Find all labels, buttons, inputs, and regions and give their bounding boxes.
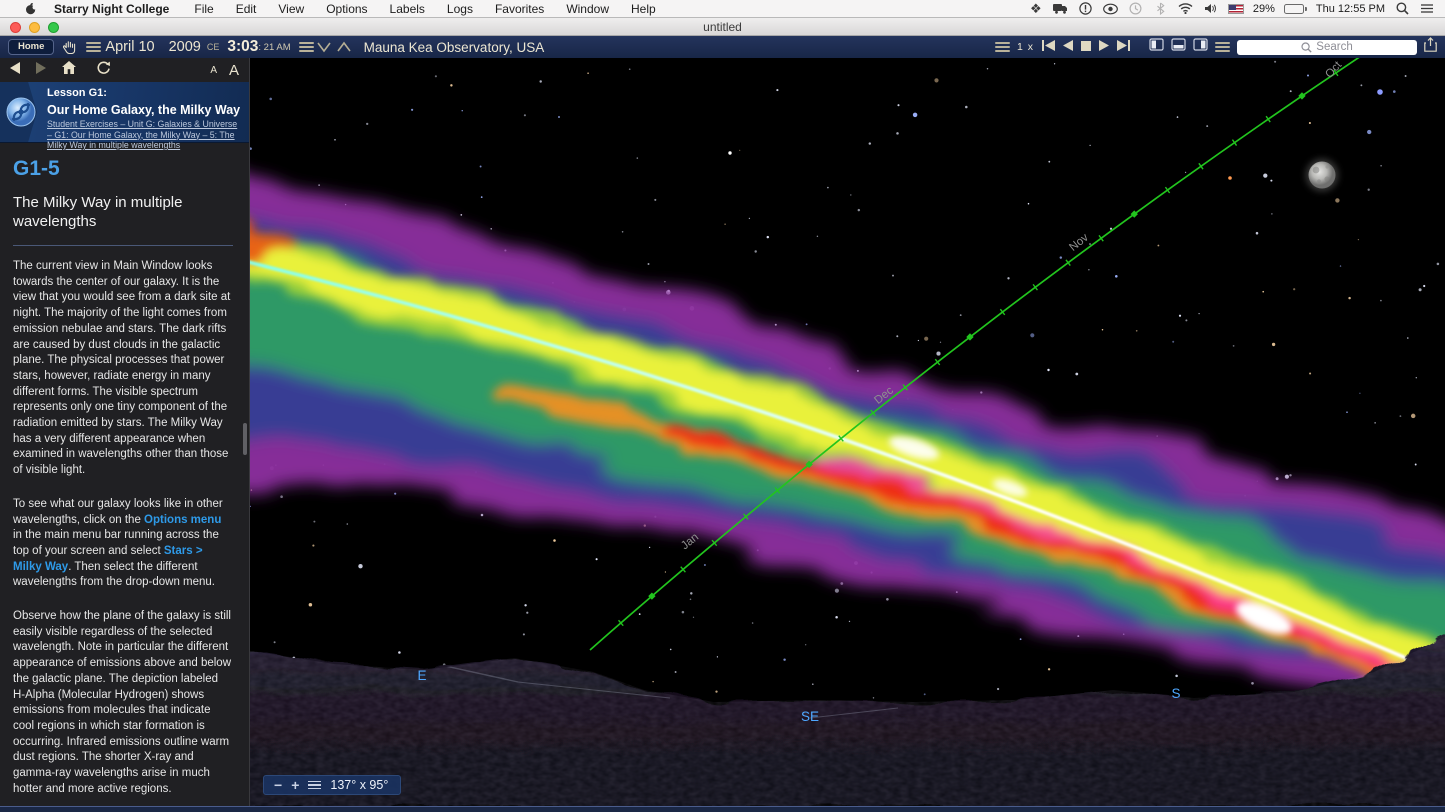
menu-help[interactable]: Help xyxy=(620,2,667,16)
notification-center-icon[interactable] xyxy=(1419,2,1435,16)
bluetooth-icon[interactable] xyxy=(1153,2,1169,16)
window-title-bar[interactable]: untitled xyxy=(0,18,1445,36)
menu-favorites[interactable]: Favorites xyxy=(484,2,555,16)
sidebar-scrollbar-thumb[interactable] xyxy=(243,423,247,455)
close-window-button[interactable] xyxy=(10,22,21,33)
menu-labels[interactable]: Labels xyxy=(379,2,436,16)
options-menu-link[interactable]: Options menu xyxy=(144,514,221,526)
play-button[interactable] xyxy=(1098,38,1109,56)
lesson-paragraph-3: Observe how the plane of the galaxy is s… xyxy=(13,609,231,797)
lesson-title: Our Home Galaxy, the Milky Way xyxy=(47,104,243,117)
zoom-in-button[interactable]: + xyxy=(291,778,299,792)
app-menu-title[interactable]: Starry Night College xyxy=(44,2,183,16)
rate-menu-icon[interactable] xyxy=(995,40,1010,54)
zoom-menu-icon[interactable] xyxy=(308,778,321,791)
apple-menu-icon[interactable] xyxy=(18,2,44,15)
compass-south-label: S xyxy=(1171,686,1180,701)
increase-font-button[interactable]: A xyxy=(229,62,239,79)
toolbar-time-seconds: : 21 AM xyxy=(258,42,290,53)
skip-to-start-button[interactable] xyxy=(1041,38,1056,56)
time-machine-icon[interactable] xyxy=(1128,2,1144,16)
time-menu-icon[interactable] xyxy=(299,40,314,54)
input-source-flag-icon[interactable] xyxy=(1228,4,1244,14)
menu-view[interactable]: View xyxy=(267,2,315,16)
section-id: G1-5 xyxy=(13,157,233,181)
toolbar-date[interactable]: April 10 xyxy=(105,39,154,55)
time-step-up-icon[interactable] xyxy=(337,41,351,53)
delivery-app-icon[interactable] xyxy=(1053,2,1069,16)
section-divider xyxy=(13,245,233,246)
starry-night-app-window: Starry Night College File Edit View Opti… xyxy=(0,0,1445,812)
toolbar-era: CE xyxy=(207,42,220,52)
toolbar-time[interactable]: 3:03 xyxy=(227,38,258,56)
macos-menu-bar: Starry Night College File Edit View Opti… xyxy=(0,0,1445,18)
sidebar-nav-bar: A A xyxy=(0,58,249,82)
breadcrumb[interactable]: Student Exercises – Unit G: Galaxies & U… xyxy=(47,119,243,151)
menu-logs[interactable]: Logs xyxy=(436,2,484,16)
galaxy-lesson-icon xyxy=(0,82,37,142)
lesson-home-icon[interactable] xyxy=(62,61,76,79)
compass-southeast-label: SE xyxy=(801,709,819,724)
pane-layout-right-icon[interactable] xyxy=(1193,38,1208,56)
search-placeholder: Search xyxy=(1316,41,1352,53)
decrease-font-button[interactable]: A xyxy=(210,65,217,76)
moon[interactable] xyxy=(1306,159,1339,192)
wifi-icon[interactable] xyxy=(1178,2,1194,16)
minimize-window-button[interactable] xyxy=(29,22,40,33)
zoom-control-bar: − + 137° x 95° xyxy=(263,775,401,795)
lesson-number-label: Lesson G1: xyxy=(47,87,243,100)
lesson-sidebar: A A Lesson G1: Our Home Galaxy, the Milk… xyxy=(0,58,250,806)
skip-to-end-button[interactable] xyxy=(1116,38,1131,56)
sky-canvas[interactable]: Jan Dec Nov Oct xyxy=(250,58,1445,806)
time-flow-rate[interactable]: 1 x xyxy=(1017,41,1034,53)
alert-menu-icon[interactable] xyxy=(1078,2,1094,16)
menu-file[interactable]: File xyxy=(183,2,224,16)
dropbox-icon[interactable]: ❖ xyxy=(1028,2,1044,16)
menubar-clock[interactable]: Thu 12:55 PM xyxy=(1316,3,1385,15)
pane-layout-single-icon[interactable] xyxy=(1149,38,1164,56)
volume-icon[interactable] xyxy=(1203,2,1219,16)
compass-east-label: E xyxy=(417,668,426,683)
menu-options[interactable]: Options xyxy=(315,2,378,16)
search-input[interactable]: Search xyxy=(1237,40,1417,55)
lesson-paragraph-2: To see what our galaxy looks like in oth… xyxy=(13,497,231,591)
stop-button[interactable] xyxy=(1081,38,1091,56)
zoom-window-button[interactable] xyxy=(48,22,59,33)
lesson-paragraph-1: The current view in Main Window looks to… xyxy=(13,259,231,479)
time-step-down-icon[interactable] xyxy=(317,41,331,53)
spotlight-search-icon[interactable] xyxy=(1394,2,1410,16)
reload-lesson-icon[interactable] xyxy=(96,61,110,80)
lesson-body: G1-5 The Milky Way in multiple wavelengt… xyxy=(0,143,249,798)
lesson-header: Lesson G1: Our Home Galaxy, the Milky Wa… xyxy=(0,82,249,143)
field-of-view-label: 137° x 95° xyxy=(330,778,388,792)
window-bottom-bar xyxy=(0,806,1445,812)
creative-cloud-icon[interactable] xyxy=(1103,2,1119,16)
date-menu-icon[interactable] xyxy=(86,40,101,54)
viewing-location-label[interactable]: Mauna Kea Observatory, USA xyxy=(364,40,545,55)
app-toolbar: Home April 10 2009 CE 3:03 : 21 AM Mauna… xyxy=(0,36,1445,58)
share-button[interactable] xyxy=(1424,37,1437,57)
battery-icon[interactable] xyxy=(1284,4,1307,14)
home-view-button[interactable]: Home xyxy=(8,39,54,55)
toolbar-year[interactable]: 2009 xyxy=(169,39,201,55)
battery-percent-label: 29% xyxy=(1253,3,1275,15)
menu-edit[interactable]: Edit xyxy=(225,2,268,16)
hand-pan-tool-icon[interactable] xyxy=(63,40,76,54)
panes-menu-icon[interactable] xyxy=(1215,40,1230,54)
zoom-out-button[interactable]: − xyxy=(274,778,282,792)
menu-window[interactable]: Window xyxy=(555,2,620,16)
window-title: untitled xyxy=(703,20,742,34)
section-title: The Milky Way in multiple wavelengths xyxy=(13,193,213,231)
nav-back-icon[interactable] xyxy=(10,61,22,79)
pane-layout-split-icon[interactable] xyxy=(1171,38,1186,56)
step-back-button[interactable] xyxy=(1063,38,1074,56)
nav-forward-icon[interactable] xyxy=(34,61,46,79)
sky-view[interactable]: Jan Dec Nov Oct xyxy=(250,58,1445,806)
